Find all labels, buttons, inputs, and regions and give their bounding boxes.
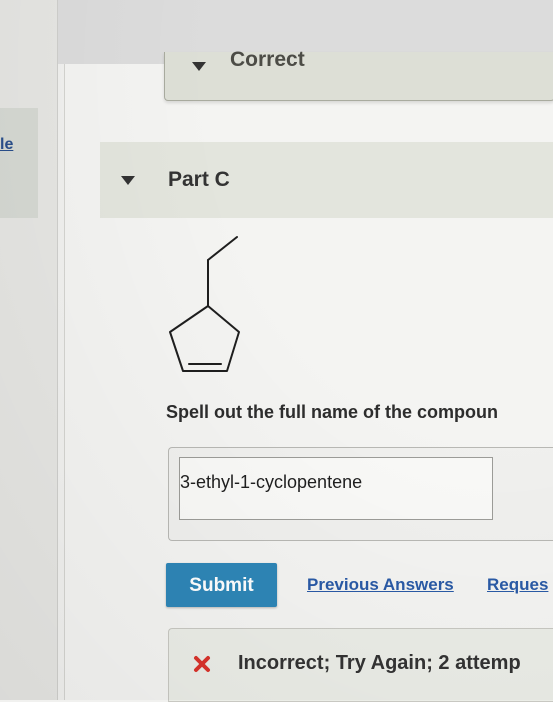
left-panel [0,0,58,700]
previous-answers-link[interactable]: Previous Answers [307,575,454,595]
question-prompt: Spell out the full name of the compoun [166,402,498,422]
feedback-text: Incorrect; Try Again; 2 attemp [238,652,521,674]
molecule-icon [169,236,240,372]
chevron-down-icon[interactable] [192,62,206,72]
x-mark-icon [194,656,210,672]
answer-input[interactable]: 3-ethyl-1-cyclopentene [179,457,493,520]
previous-part-status: Correct [230,48,305,71]
part-title: Part C [168,168,230,191]
request-answer-link[interactable]: Reques [487,575,548,595]
submit-button[interactable]: Submit [166,563,277,607]
answer-value: 3-ethyl-1-cyclopentene [180,472,363,492]
sidebar-link[interactable]: le [0,136,13,154]
previous-part-header[interactable] [164,52,553,101]
left-panel-tab [0,108,38,218]
chevron-down-icon[interactable] [121,176,135,186]
